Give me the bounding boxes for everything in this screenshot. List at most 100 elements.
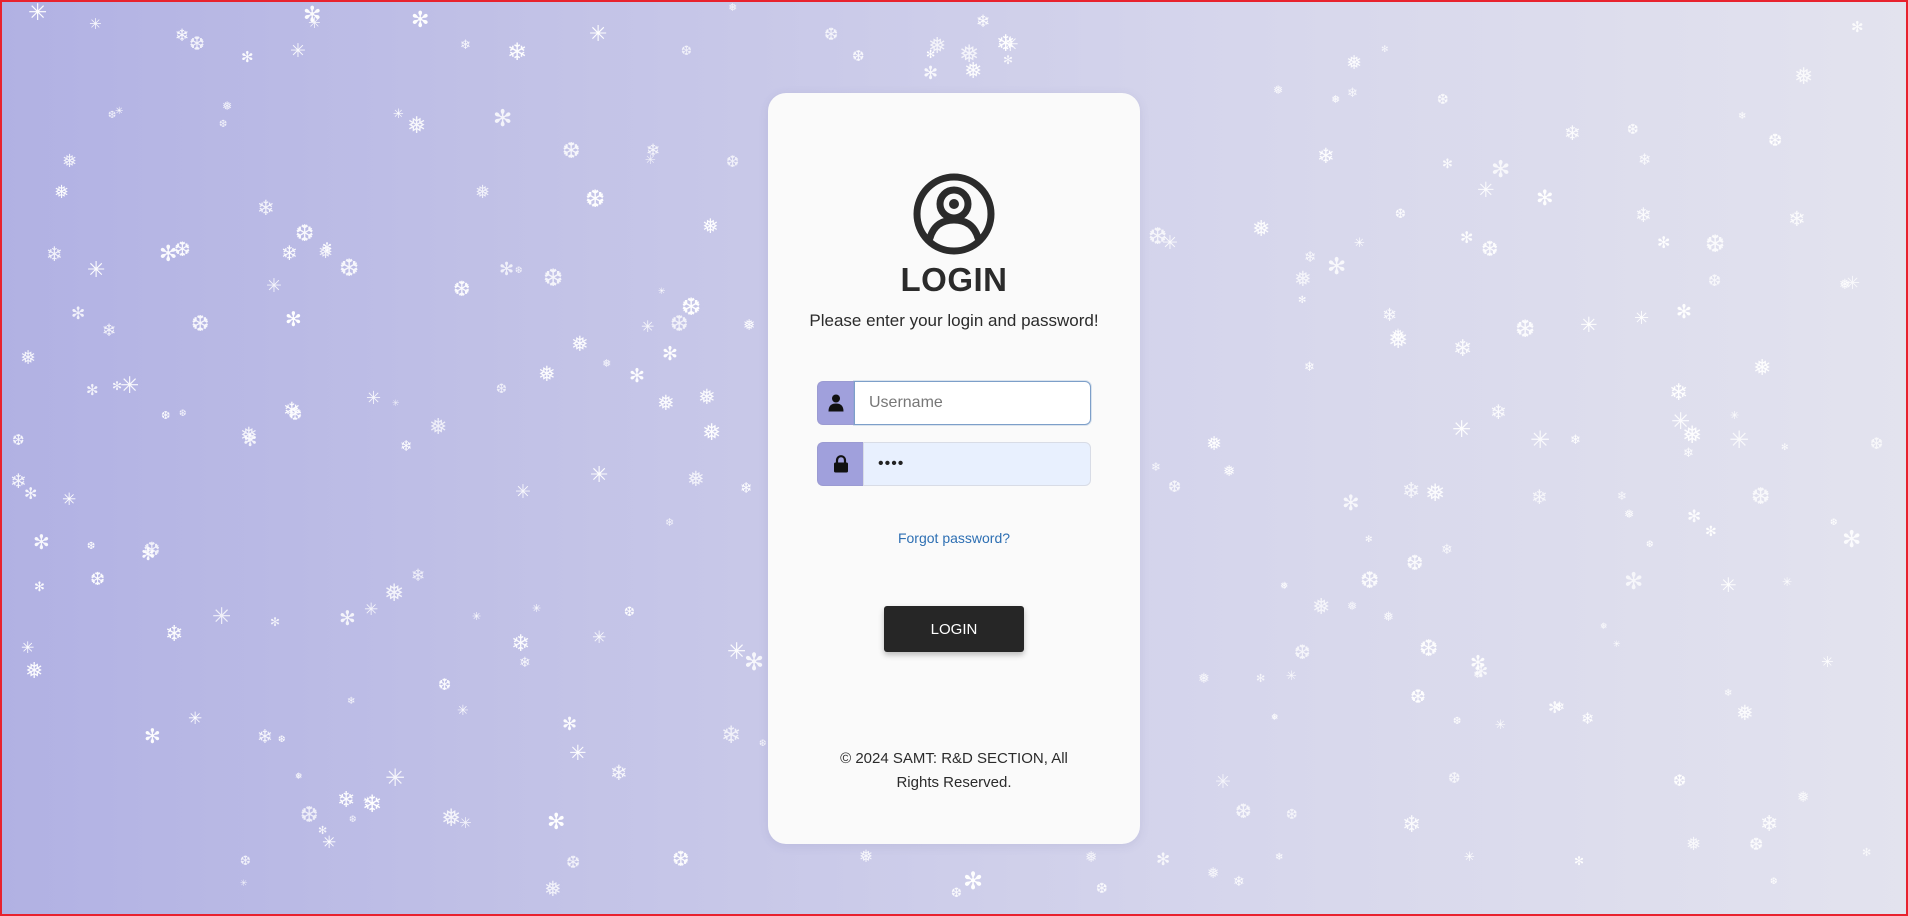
snowflake-icon: ❄ [507,38,528,66]
user-icon [817,381,854,425]
snowflake-icon: ❆ [1235,799,1252,823]
snowflake-icon: ✻ [744,648,765,676]
snowflake-icon: ❄ [1347,86,1358,101]
snowflake-icon: ✻ [499,259,515,280]
snowflake-icon: ❄ [1683,446,1694,461]
snowflake-icon: ✻ [662,343,678,365]
user-circle-icon [912,172,996,256]
snowflake-icon: ✳ [1634,308,1650,329]
snowflake-icon: ❅ [62,151,78,172]
snowflake-icon: ✳ [569,741,587,765]
snowflake-icon: ✳ [240,879,248,889]
snowflake-icon: ✻ [1676,301,1692,323]
snowflake-icon: ✳ [1671,409,1691,435]
password-input[interactable]: •••• [863,442,1091,486]
snowflake-icon: ✳ [1354,236,1365,251]
snowflake-icon: ❆ [852,47,865,65]
snowflake-icon: ❄ [740,479,753,497]
snowflake-icon: ✳ [1720,573,1737,597]
snowflake-icon: ✻ [243,431,258,451]
snowflake-icon: ❄ [46,242,63,266]
snowflake-icon: ❄ [976,12,991,32]
snowflake-icon: ✳ [28,2,48,26]
snowflake-icon: ❄ [1570,433,1581,448]
snowflake-icon: ❅ [1346,52,1362,74]
snowflake-icon: ❅ [429,415,448,440]
snowflake-icon: ❄ [1738,111,1747,122]
login-button[interactable]: LOGIN [884,606,1024,652]
snowflake-icon: ❅ [1473,668,1483,681]
snowflake-icon: ❆ [670,312,689,337]
snowflake-icon: ❅ [859,847,874,867]
snowflake-icon: ❄ [1441,542,1453,558]
snowflake-icon: ✳ [645,153,656,168]
snowflake-icon: ❄ [1669,380,1689,406]
snowflake-icon: ✳ [1729,426,1750,454]
snowflake-icon: ❆ [12,431,25,449]
username-input[interactable] [854,381,1091,425]
snowflake-icon: ✳ [324,248,332,258]
snowflake-icon: ❄ [1304,248,1317,266]
snowflake-icon: ✻ [159,242,178,267]
snowflake-icon: ❅ [1839,277,1851,293]
snowflake-icon: ❄ [102,321,117,341]
snowflake-icon: ❅ [1383,610,1394,625]
snowflake-icon: ✳ [1162,232,1178,254]
snowflake-icon: ❅ [318,242,334,263]
snowflake-icon: ✻ [1470,652,1486,674]
snowflake-icon: ❄ [1635,203,1652,227]
snowflake-icon: ❄ [1382,305,1398,326]
snowflake-icon: ❆ [453,277,471,301]
snowflake-icon: ❆ [349,815,357,825]
forgot-password-link[interactable]: Forgot password? [768,530,1140,546]
snowflake-icon: ❄ [1564,121,1581,145]
snowflake-icon: ❅ [240,423,258,447]
snowflake-icon: ✻ [1298,295,1307,306]
snowflake-icon: ❄ [1453,336,1473,362]
snowflake-icon: ❄ [1275,852,1284,863]
snowflake-icon: ❄ [257,726,273,748]
page-title: LOGIN [900,261,1008,298]
snowflake-icon: ❅ [1425,479,1446,507]
snowflake-icon: ✳ [1464,850,1475,865]
snowflake-icon: ❆ [1870,434,1884,453]
snowflake-icon: ✻ [1442,157,1453,172]
snowflake-icon: ❄ [1317,144,1335,168]
snowflake-icon: ✳ [62,490,77,510]
snowflake-icon: ❅ [1206,433,1222,455]
snowflake-icon: ❄ [283,398,301,422]
snowflake-icon: ❅ [1736,701,1754,725]
snowflake-icon: ❆ [496,382,507,397]
snowflake-icon: ✳ [364,600,379,620]
snowflake-icon: ❅ [1624,507,1635,521]
snowflake-icon: ❅ [1331,93,1341,106]
snowflake-icon: ❆ [295,221,315,247]
snowflake-icon: ❆ [1148,224,1168,250]
snowflake-icon: ✳ [1613,640,1621,650]
snowflake-icon: ✻ [1781,443,1789,453]
snowflake-icon: ❆ [1708,271,1722,290]
snowflake-icon: ✻ [1474,662,1489,682]
snowflake-icon: ❆ [951,886,962,901]
snowflake-icon: ❆ [726,152,740,171]
snowflake-icon: ✻ [285,307,302,331]
snowflake-icon: ✻ [1256,672,1266,685]
snowflake-icon: ❄ [1554,700,1565,715]
copyright-footer: © 2024 SAMT: R&D SECTION, All Rights Res… [808,747,1100,795]
snowflake-icon: ❄ [1151,460,1162,474]
snowflake-icon: ❄ [610,761,628,785]
snowflake-icon: ❆ [1705,230,1726,258]
snowflake-icon: ✻ [339,606,356,630]
snowflake-icon: ✻ [1460,228,1474,247]
snowflake-icon: ✻ [34,580,45,595]
snowflake-icon: ✻ [1342,491,1360,515]
snowflake-icon: ✳ [308,14,321,32]
snowflake-icon: ❆ [515,266,523,276]
snowflake-icon: ❆ [219,119,228,130]
snowflake-icon: ❅ [728,2,738,14]
snowflake-icon: ❆ [1096,881,1108,897]
login-card: LOGIN Please enter your login and passwo… [768,93,1140,844]
snowflake-icon: ✻ [144,724,161,748]
snowflake-icon: ❅ [222,99,233,113]
snowflake-icon: ❄ [347,696,356,707]
